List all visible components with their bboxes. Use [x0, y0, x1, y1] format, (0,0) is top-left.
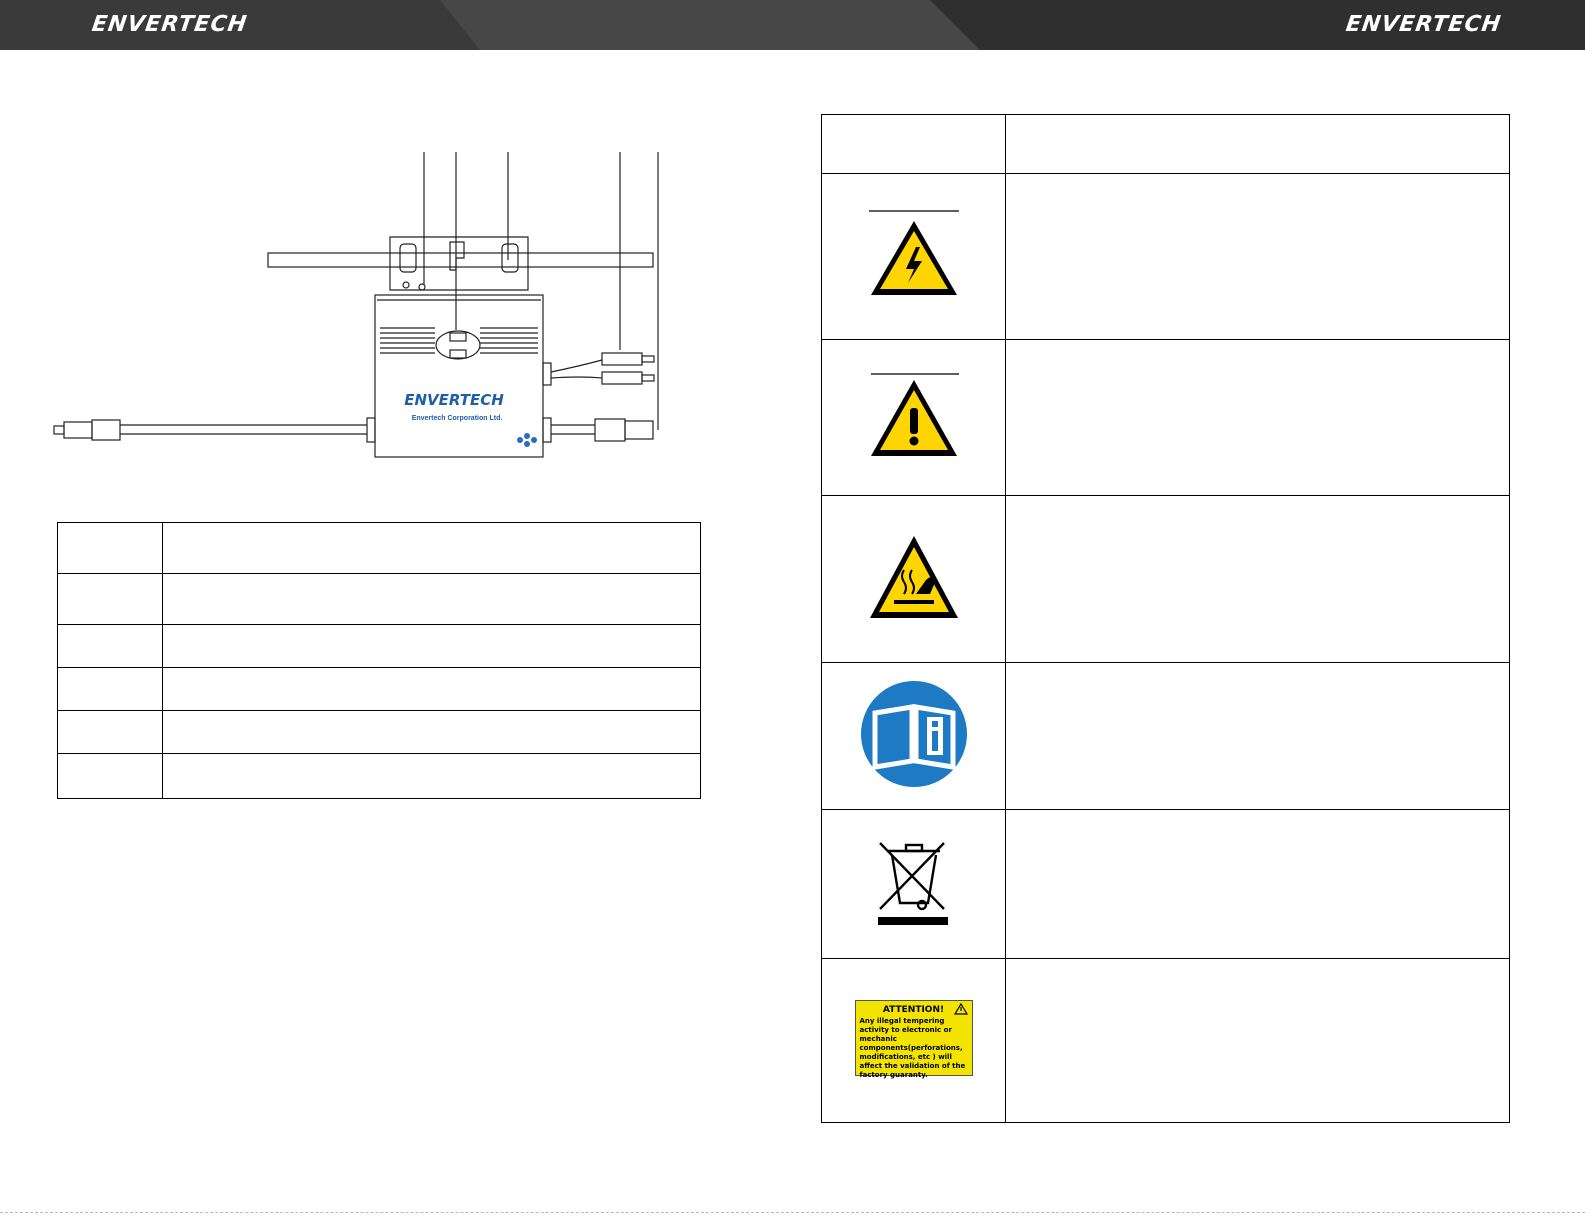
- drawing-emblem-icon: [517, 433, 537, 447]
- table-row: [57, 573, 701, 625]
- drawing-brand: ENVERTECH: [404, 391, 504, 409]
- attention-title: ATTENTION!: [882, 1004, 945, 1015]
- table-row: [57, 522, 701, 574]
- hot-surface-warning-icon: [869, 535, 958, 618]
- brand-logo-left: ENVERTECH: [90, 12, 249, 37]
- table-row: [821, 173, 1510, 340]
- symbol-cell: [821, 173, 1006, 340]
- table-cell: [57, 667, 163, 711]
- table-cell: [57, 753, 163, 799]
- table-cell: [57, 573, 163, 625]
- description-cell: [1005, 662, 1510, 810]
- table-cell: [57, 710, 163, 754]
- page-bottom-divider: [0, 1212, 1585, 1213]
- table-row: [821, 114, 1510, 174]
- high-voltage-warning-icon: [868, 209, 959, 295]
- symbol-cell: ATTENTION! Any illegal tempering activit…: [821, 958, 1006, 1123]
- symbol-cell: [821, 495, 1006, 663]
- table-row: [821, 662, 1510, 810]
- table-cell: [57, 624, 163, 668]
- description-cell: [1005, 173, 1510, 340]
- symbol-cell: [821, 662, 1006, 810]
- description-cell: [1005, 495, 1510, 663]
- page-header: ENVERTECH ENVERTECH: [0, 0, 1585, 50]
- table-cell: [57, 522, 163, 574]
- attention-text: Any illegal tempering activity to electr…: [859, 1016, 966, 1079]
- table-cell: [162, 710, 701, 754]
- table-cell: [162, 624, 701, 668]
- general-warning-icon: [870, 373, 959, 456]
- table-header-cell: [821, 114, 1006, 174]
- inverter-drawing: ENVERTECH Envertech Corporation Ltd.: [53, 152, 659, 458]
- table-row: [57, 667, 701, 711]
- symbol-table: ATTENTION! Any illegal tempering activit…: [821, 114, 1510, 1123]
- table-header-cell: [1005, 114, 1510, 174]
- table-cell: [162, 753, 701, 799]
- table-row: [821, 495, 1510, 663]
- brand-logo-right: ENVERTECH: [1344, 12, 1503, 37]
- table-row: [821, 339, 1510, 496]
- attention-label-icon: ATTENTION! Any illegal tempering activit…: [854, 999, 973, 1079]
- table-cell: [162, 573, 701, 625]
- table-row: [821, 809, 1510, 959]
- description-cell: [1005, 958, 1510, 1123]
- description-cell: [1005, 339, 1510, 496]
- warning-triangle-icon: [953, 1002, 968, 1015]
- table-cell: [162, 667, 701, 711]
- description-cell: [1005, 809, 1510, 959]
- table-row: [57, 753, 701, 799]
- table-row: [57, 624, 701, 668]
- table-row: ATTENTION! Any illegal tempering activit…: [821, 958, 1510, 1123]
- table-cell: [162, 522, 701, 574]
- symbol-cell: [821, 809, 1006, 959]
- symbol-cell: [821, 339, 1006, 496]
- table-row: [57, 710, 701, 754]
- read-manual-icon: [860, 680, 967, 787]
- drawing-company: Envertech Corporation Ltd.: [412, 415, 503, 422]
- part-description-table: [57, 522, 701, 799]
- weee-crossed-bin-icon: [877, 841, 948, 925]
